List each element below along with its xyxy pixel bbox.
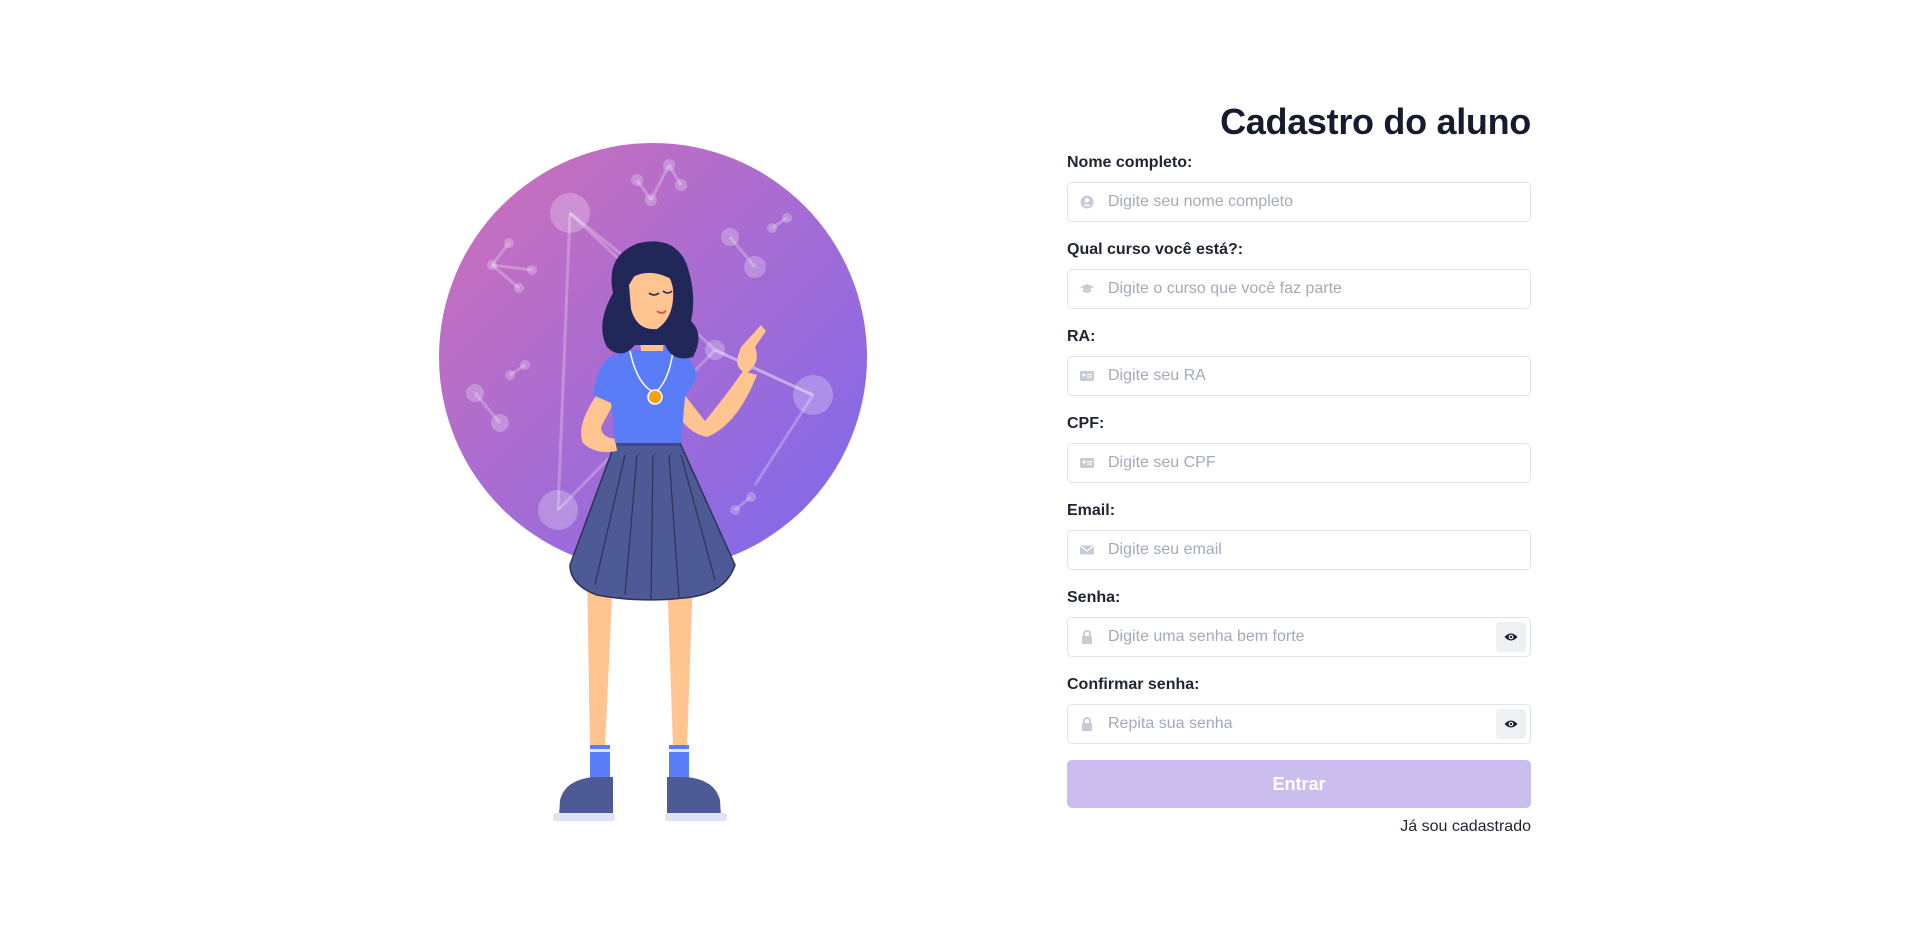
right-leg xyxy=(667,575,693,747)
show-password-button[interactable] xyxy=(1496,622,1526,652)
cpf-input[interactable] xyxy=(1108,444,1488,482)
course-field-wrapper xyxy=(1067,269,1531,309)
ra-input[interactable] xyxy=(1108,357,1488,395)
registration-form: Cadastro do aluno Nome completo: Qual cu… xyxy=(1067,95,1531,836)
password-label: Senha: xyxy=(1067,589,1121,606)
email-input[interactable] xyxy=(1108,531,1488,569)
name-input[interactable] xyxy=(1108,183,1488,221)
id-card-icon xyxy=(1080,458,1094,468)
eye-icon xyxy=(1504,720,1518,728)
medal xyxy=(647,389,663,405)
cpf-field-wrapper xyxy=(1067,443,1531,483)
id-card-icon xyxy=(1080,371,1094,381)
right-shoe xyxy=(667,777,721,817)
hero-illustration xyxy=(425,125,885,825)
login-link-row: Já sou cadastrado xyxy=(1067,818,1531,836)
user-icon xyxy=(1080,195,1094,209)
name-field-wrapper xyxy=(1067,182,1531,222)
show-confirm-password-button[interactable] xyxy=(1496,709,1526,739)
graduation-cap-icon xyxy=(1080,284,1094,293)
student-woman-illustration xyxy=(439,143,867,821)
confirm-password-input[interactable] xyxy=(1108,705,1488,743)
ra-field-wrapper xyxy=(1067,356,1531,396)
course-input[interactable] xyxy=(1108,270,1488,308)
name-label: Nome completo: xyxy=(1067,154,1193,171)
lock-icon xyxy=(1082,630,1092,644)
left-shoe xyxy=(559,777,613,817)
lock-icon xyxy=(1082,717,1092,731)
course-label: Qual curso você está?: xyxy=(1067,241,1244,258)
cpf-label: CPF: xyxy=(1067,415,1105,432)
page-title: Cadastro do aluno xyxy=(1220,101,1531,142)
confirm-password-label: Confirmar senha: xyxy=(1067,676,1200,693)
email-field-wrapper xyxy=(1067,530,1531,570)
ra-label: RA: xyxy=(1067,328,1096,345)
left-leg xyxy=(587,575,613,747)
password-field-wrapper xyxy=(1067,617,1531,657)
email-label: Email: xyxy=(1067,502,1116,519)
submit-button[interactable]: Entrar xyxy=(1067,760,1531,808)
envelope-icon xyxy=(1080,545,1094,555)
password-input[interactable] xyxy=(1108,618,1488,656)
already-registered-link[interactable]: Já sou cadastrado xyxy=(1400,818,1531,835)
confirm-password-field-wrapper xyxy=(1067,704,1531,744)
eye-icon xyxy=(1504,633,1518,641)
